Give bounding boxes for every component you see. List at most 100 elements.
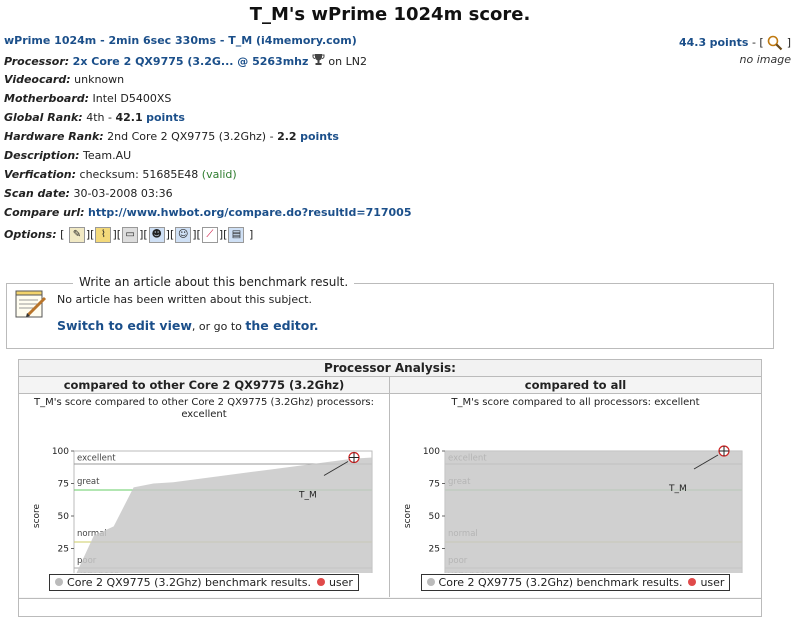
legend-series-swatch (426, 578, 435, 586)
description-row: Description: Team.AU (4, 148, 131, 164)
global-rank-position: 4th - (86, 111, 112, 124)
y-tick-label: 75 (429, 480, 440, 490)
legend-series-label: Core 2 QX9775 (3.2Ghz) benchmark results… (438, 576, 683, 589)
left-chart-panel: compared to other Core 2 QX9775 (3.2Ghz)… (19, 377, 390, 597)
videocard-label: Videocard: (4, 73, 71, 86)
analysis-footer (19, 598, 761, 616)
legend-user-swatch (316, 578, 325, 586)
points-link[interactable]: points (710, 36, 749, 49)
editor-link[interactable]: the editor. (245, 318, 318, 333)
videocard-value: unknown (74, 73, 125, 86)
book-icon[interactable]: ▤ (228, 227, 245, 243)
article-links: Switch to edit view, or go to the editor… (57, 318, 319, 333)
options-open: [ (60, 228, 65, 241)
legend-series-label: Core 2 QX9775 (3.2Ghz) benchmark results… (67, 576, 311, 589)
page-title: T_M's wPrime 1024m score. (249, 4, 531, 25)
description-value: Team.AU (83, 149, 132, 162)
legend-user-swatch (688, 578, 697, 586)
global-rank-label: Global Rank: (4, 111, 83, 124)
bracket-close: ] (786, 36, 791, 49)
left-chart-legend: Core 2 QX9775 (3.2Ghz) benchmark results… (19, 574, 389, 591)
article-legend: Write an article about this benchmark re… (73, 275, 355, 289)
options-row: Options: [ ✎][⌇][▭][☻][☺][⟋][▤ ] (4, 227, 253, 243)
processor-label: Processor: (4, 55, 70, 68)
motherboard-value: Intel D5400XS (92, 92, 172, 105)
notepad-icon (14, 288, 48, 320)
motherboard-label: Motherboard: (4, 92, 90, 105)
y-tick-label: 50 (58, 512, 70, 522)
options-sep: ][ (112, 228, 122, 241)
right-panel-subtitle: T_M's score compared to all processors: … (451, 397, 700, 408)
y-tick-label: 100 (423, 447, 440, 457)
trophy-icon (312, 53, 325, 71)
y-tick-label: 100 (52, 447, 69, 457)
global-rank-row: Global Rank: 4th - 42.1 points (4, 110, 185, 126)
description-label: Description: (4, 149, 80, 162)
bracket-open: - [ (751, 36, 764, 49)
broom-icon[interactable]: ⌇ (95, 227, 112, 243)
options-sep: ][ (139, 228, 148, 241)
no-image-label: no image (739, 53, 791, 66)
hardware-rank-points-link[interactable]: points (300, 130, 339, 143)
y-tick-label: 25 (429, 545, 440, 555)
left-panel-subtitle: T_M's score compared to other Core 2 QX9… (33, 397, 375, 420)
compare-url-label: Compare url: (4, 206, 85, 219)
band-label: great (77, 477, 100, 487)
chart-icon[interactable]: ⟋ (201, 227, 218, 243)
scan-date-value: 30-03-2008 03:36 (73, 187, 173, 200)
options-label: Options: (4, 228, 57, 241)
motherboard-row: Motherboard: Intel D5400XS (4, 91, 171, 107)
disk-icon[interactable]: ▭ (122, 227, 139, 243)
processor-link[interactable]: 2x Core 2 QX9775 (3.2G... @ 5263mhz (73, 55, 309, 68)
y-tick-label: 25 (58, 545, 69, 555)
scan-date-row: Scan date: 30-03-2008 03:36 (4, 186, 173, 202)
right-panel-heading: compared to all (390, 377, 761, 394)
hardware-rank-label: Hardware Rank: (4, 130, 104, 143)
result-link[interactable]: wPrime 1024m - 2min 6sec 330ms - T_M (i4… (4, 34, 357, 47)
options-close: ] (248, 228, 254, 241)
user-point-label: T_M (298, 491, 317, 501)
switch-edit-view-link[interactable]: Switch to edit view (57, 318, 192, 333)
y-axis-label: score (32, 503, 42, 528)
compare-url-link[interactable]: http://www.hwbot.org/compare.do?resultId… (88, 206, 411, 219)
compare-url-row: Compare url: http://www.hwbot.org/compar… (4, 205, 412, 221)
videocard-row: Videocard: unknown (4, 72, 124, 88)
right-score-chart: excellentgreatnormalpoorvery poor0255075… (403, 445, 743, 573)
global-rank-points-link[interactable]: points (146, 111, 185, 124)
right-chart-legend: Core 2 QX9775 (3.2Ghz) benchmark results… (390, 574, 761, 591)
right-chart-panel: compared to all T_M's score compared to … (390, 377, 761, 597)
options-sep: ][ (85, 228, 95, 241)
processor-row: Processor: 2x Core 2 QX9775 (3.2G... @ 5… (4, 53, 367, 69)
left-panel-heading: compared to other Core 2 QX9775 (3.2Ghz) (19, 377, 389, 394)
y-tick-label: 75 (58, 480, 69, 490)
verification-label: Verfication: (4, 168, 77, 181)
points-value: 44.3 (678, 36, 707, 49)
scan-date-label: Scan date: (4, 187, 70, 200)
y-tick-label: 50 (429, 512, 441, 522)
options-sep: ][ (165, 228, 175, 241)
hardware-rank-position: 2nd Core 2 QX9775 (3.2Ghz) - (107, 130, 274, 143)
options-sep: ][ (192, 228, 201, 241)
y-axis-label: score (403, 503, 413, 528)
legend-series-swatch (55, 578, 64, 586)
user-point-label: T_M (668, 484, 687, 494)
left-score-chart: excellentgreatnormalpoorvery poor0255075… (32, 447, 373, 573)
legend-user-label: user (328, 576, 353, 589)
verification-row: Verfication: checksum: 51685E48 (valid) (4, 167, 237, 183)
hardware-rank-row: Hardware Rank: 2nd Core 2 QX9775 (3.2Ghz… (4, 129, 339, 145)
result-row: wPrime 1024m - 2min 6sec 330ms - T_M (i4… (4, 33, 357, 49)
verification-status: (valid) (201, 168, 237, 181)
global-rank-points: 42.1 (115, 111, 143, 124)
legend-user-label: user (700, 576, 725, 589)
users-icon[interactable]: ☻ (148, 227, 165, 243)
magnifier-icon[interactable] (767, 35, 783, 51)
options-sep: ][ (218, 228, 228, 241)
analysis-title: Processor Analysis: (19, 360, 761, 377)
user-icon[interactable]: ☺ (175, 227, 192, 243)
article-middle-text: , or go to (191, 320, 242, 333)
series-area (445, 451, 742, 573)
processor-suffix: on LN2 (328, 55, 367, 68)
article-box: Write an article about this benchmark re… (6, 275, 774, 349)
edit-icon[interactable]: ✎ (68, 227, 85, 243)
hardware-rank-points: 2.2 (277, 130, 297, 143)
